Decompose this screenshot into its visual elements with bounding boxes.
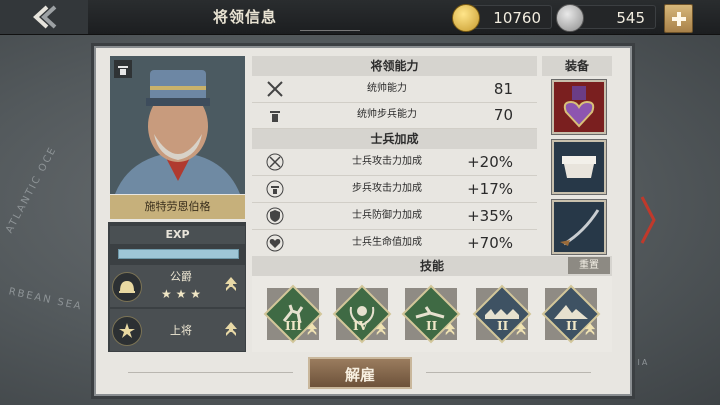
military-rank-label: 上将 (170, 324, 192, 337)
general-portrait (110, 56, 245, 194)
shield-icon (266, 207, 284, 225)
helmet-icon (112, 272, 142, 302)
bonus-label: 士兵生命值加成 (352, 237, 422, 248)
back-button[interactable] (0, 0, 88, 34)
skill-upgrade-arrow-icon (306, 322, 318, 342)
star-badge-icon (112, 316, 142, 346)
plus-icon (671, 11, 686, 26)
add-currency-button[interactable] (664, 4, 693, 33)
crossed-swords-icon (267, 81, 283, 97)
bonus-label: 步兵攻击力加成 (352, 183, 422, 194)
skill-level: IV (353, 319, 368, 333)
bonus-value: +20% (467, 153, 513, 171)
rank-row-duke: 公爵 ★ ★ ★ (110, 265, 245, 307)
skill-level: II (426, 319, 438, 333)
ability-value: 81 (493, 80, 513, 98)
heart-icon (266, 234, 284, 252)
divider-left (128, 372, 293, 373)
bonus-value: +35% (467, 207, 513, 225)
silver-coin-icon (556, 4, 584, 32)
skill-upgrade-arrow-icon (584, 322, 596, 342)
skill-upgrade-arrow-icon (375, 322, 387, 342)
infantry-attack-icon (266, 180, 284, 198)
rank-title-label: 公爵 (170, 270, 192, 283)
skill-level: II (497, 319, 509, 333)
title-underline (300, 30, 360, 31)
skill-upgrade-arrow-icon (515, 322, 527, 342)
ability-label: 统帅步兵能力 (357, 109, 417, 120)
equip-slot-medal[interactable] (552, 80, 606, 134)
rank-stars: ★ ★ ★ (161, 287, 201, 301)
next-general-arrow-icon[interactable] (640, 195, 656, 245)
equip-slot-sword[interactable] (552, 200, 606, 254)
back-arrow-icon (33, 5, 57, 29)
exp-label: EXP (110, 226, 245, 244)
bonus-value: +70% (467, 234, 513, 252)
attack-icon (266, 153, 284, 171)
rank-row-general: 上将 (110, 309, 245, 351)
ability-row: 统帅能力 81 (252, 76, 537, 103)
silver-counter: 545 (572, 5, 656, 29)
bonus-row: 步兵攻击力加成 +17% (252, 176, 537, 203)
skill-level: III (285, 319, 302, 333)
general-name: 施特劳恩伯格 (110, 195, 245, 219)
infantry-icon (270, 111, 280, 122)
ability-label: 统帅能力 (367, 83, 407, 94)
bonus-row: 士兵攻击力加成 +20% (252, 149, 537, 176)
skill-upgrade-arrow-icon (444, 322, 456, 342)
bonus-label: 士兵攻击力加成 (352, 156, 422, 167)
purple-heart-medal-icon (563, 86, 595, 128)
page-title: 将领信息 (212, 8, 277, 26)
bonus-row: 士兵生命值加成 +70% (252, 230, 537, 257)
abilities-header: 将领能力 (252, 56, 537, 76)
sabre-icon (560, 209, 600, 246)
skill-level: II (566, 319, 578, 333)
equip-slot-belt[interactable] (552, 140, 606, 194)
infantry-badge-icon (114, 60, 132, 78)
bonus-value: +17% (467, 180, 513, 198)
gold-counter: 10760 (470, 5, 552, 29)
divider-right (426, 372, 591, 373)
dismiss-general-button[interactable]: 解雇 (308, 357, 412, 389)
map-label-atlantic: ATLANTIC OCE (4, 144, 60, 236)
bonuses-header: 士兵加成 (252, 129, 537, 149)
exp-bar (118, 249, 239, 259)
equipment-header: 装备 (542, 56, 612, 76)
gold-coin-icon (452, 4, 480, 32)
white-belt-icon (562, 156, 596, 178)
map-label-east: BIA (630, 358, 650, 367)
ability-value: 70 (493, 106, 513, 124)
skills-header: 技能 (252, 256, 612, 276)
bonus-row: 士兵防御力加成 +35% (252, 203, 537, 230)
military-rank-upgrade-arrow-icon[interactable] (224, 321, 238, 339)
rank-upgrade-arrow-icon[interactable] (224, 276, 238, 294)
bonus-label: 士兵防御力加成 (352, 210, 422, 221)
map-label-caribbean: RBEAN SEA (7, 286, 84, 313)
ability-row: 统帅步兵能力 70 (252, 102, 537, 129)
reset-skills-button[interactable]: 重置 (568, 257, 610, 274)
